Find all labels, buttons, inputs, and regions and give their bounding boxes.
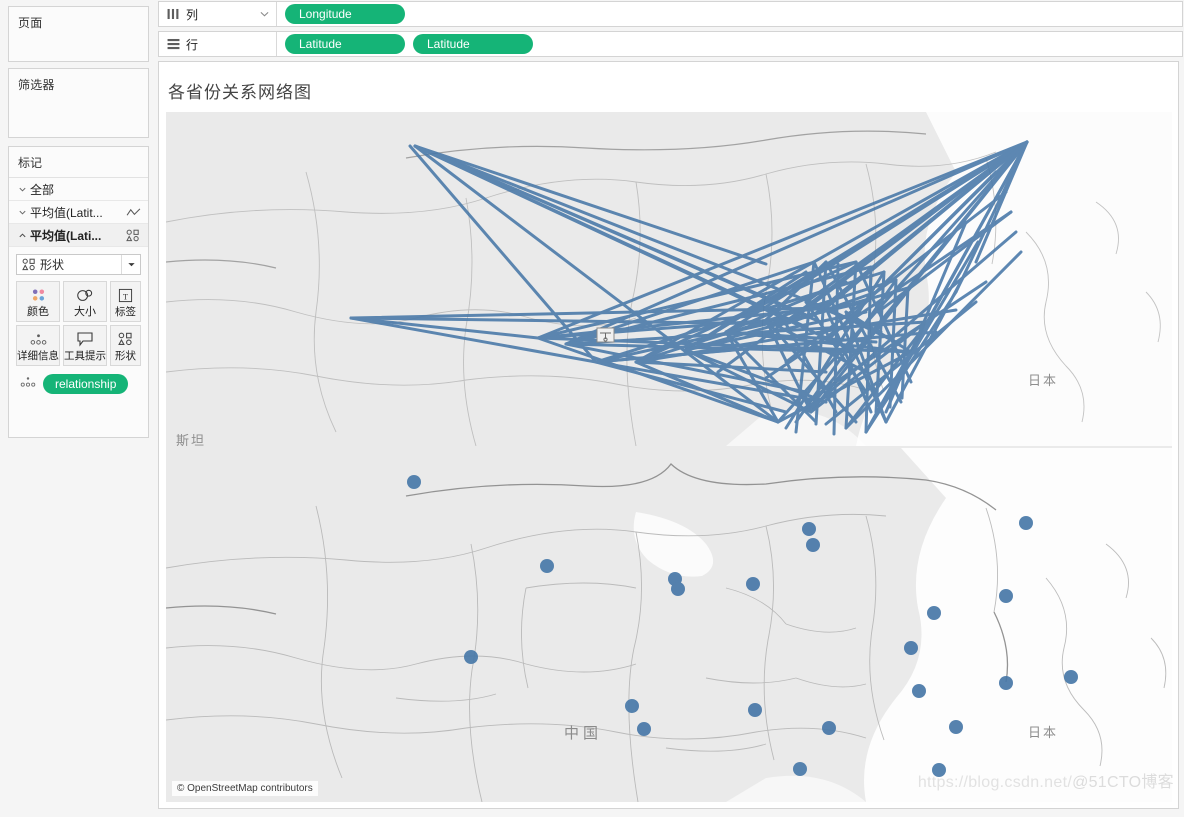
marks-row-all[interactable]: 全部	[9, 178, 148, 201]
chevron-down-icon[interactable]	[16, 185, 28, 194]
rows-shelf[interactable]: 行 Latitude Latitude	[158, 31, 1183, 57]
shape-icon	[118, 330, 133, 349]
page-title: 各省份关系网络图	[168, 83, 312, 102]
size-button[interactable]: 大小	[63, 281, 107, 322]
map-pane-network[interactable]: 斯坦 日本	[166, 112, 1172, 446]
columns-shelf-text: 列	[186, 7, 199, 22]
rows-shelf-label: 行	[159, 32, 277, 56]
detail-button-label: 详细信息	[17, 349, 59, 362]
label-button-label: 标签	[115, 305, 136, 318]
map-label-stan-top: 斯坦	[176, 433, 207, 446]
map-pane-points[interactable]: 中国 斯坦 日本 © OpenStreetMap contributors	[166, 448, 1172, 802]
svg-text:T: T	[123, 291, 128, 301]
filters-card-title: 筛选器	[18, 78, 55, 92]
map-label-japan-top: 日本	[1028, 373, 1059, 388]
detail-icon	[19, 375, 37, 394]
rows-shelf-pills: Latitude Latitude	[277, 34, 533, 54]
left-panel: 页面 筛选器 标记 全部 平均值(Latit... 平均值(Lati... 形状…	[0, 0, 156, 817]
tooltip-button-label: 工具提示	[64, 349, 106, 362]
mark-type-select-value: 形状	[40, 258, 65, 272]
mark-type-select[interactable]: 形状	[16, 254, 141, 275]
marks-card-title: 标记	[9, 147, 148, 178]
detail-pill-row: relationship	[19, 374, 148, 394]
color-button-label: 颜色	[27, 305, 49, 318]
columns-shelf-label: 列	[159, 2, 277, 26]
openstreetmap-attribution[interactable]: © OpenStreetMap contributors	[172, 781, 318, 796]
watermark-url: https://blog.csdn.net/	[917, 774, 1073, 791]
pages-card-title: 页面	[18, 16, 43, 30]
map-label-china: 中国	[564, 725, 603, 742]
columns-icon	[167, 8, 180, 20]
pill-latitude-1[interactable]: Latitude	[285, 34, 405, 54]
rows-icon	[167, 38, 180, 50]
shape-mark-icon	[124, 229, 142, 242]
marks-row-avg-latitude-2[interactable]: 平均值(Lati...	[9, 224, 148, 247]
chevron-down-icon[interactable]	[121, 255, 140, 274]
tooltip-icon	[76, 330, 94, 349]
pill-longitude[interactable]: Longitude	[285, 4, 405, 24]
marks-row-avg-latitude-1[interactable]: 平均值(Latit...	[9, 201, 148, 224]
rows-shelf-text: 行	[186, 37, 199, 52]
marks-card: 标记 全部 平均值(Latit... 平均值(Lati... 形状 颜色 大小 …	[8, 146, 149, 438]
pill-latitude-2[interactable]: Latitude	[413, 34, 533, 54]
line-mark-icon	[124, 207, 142, 218]
map-label-japan-bottom: 日本	[1028, 725, 1059, 740]
filters-card[interactable]: 筛选器	[8, 68, 149, 138]
shape-button[interactable]: 形状	[110, 325, 141, 366]
chevron-up-icon[interactable]	[16, 231, 28, 240]
worksheet-view: 各省份关系网络图 斯坦 日本 中国 日本 © OpenStreetMap con…	[158, 61, 1179, 809]
shape-mark-icon	[22, 258, 36, 271]
size-icon	[76, 286, 95, 305]
watermark: https://blog.csdn.net/@51CTO博客	[918, 768, 1174, 792]
tableau-worksheet: 页面 筛选器 标记 全部 平均值(Latit... 平均值(Lati... 形状…	[0, 0, 1184, 817]
label-button[interactable]: T 标签	[110, 281, 141, 322]
watermark-handle: @51CTO博客	[1072, 774, 1174, 791]
color-icon	[30, 286, 47, 305]
pill-relationship[interactable]: relationship	[43, 374, 129, 394]
color-button[interactable]: 颜色	[16, 281, 60, 322]
map-network-svg	[166, 112, 1172, 446]
label-icon: T	[118, 286, 133, 305]
columns-shelf[interactable]: 列 Longitude	[158, 1, 1183, 27]
map-marker-icon	[596, 327, 615, 343]
columns-shelf-pills: Longitude	[277, 4, 405, 24]
marks-row-avg-latitude-1-label: 平均值(Latit...	[30, 205, 103, 220]
shape-button-label: 形状	[115, 349, 136, 362]
map-container[interactable]: 斯坦 日本 中国 日本 © OpenStreetMap contributors	[166, 112, 1172, 802]
map-points-svg	[166, 448, 1172, 802]
tooltip-button[interactable]: 工具提示	[63, 325, 107, 366]
size-button-label: 大小	[74, 305, 96, 318]
chevron-down-icon[interactable]	[16, 208, 28, 217]
pages-card[interactable]: 页面	[8, 6, 149, 62]
marks-row-all-label: 全部	[30, 182, 55, 197]
mark-buttons-grid: 颜色 大小 T 标签 详细信息 工具提示 形状	[16, 281, 141, 366]
detail-icon	[29, 330, 48, 349]
marks-row-avg-latitude-2-label: 平均值(Lati...	[30, 228, 102, 243]
chevron-down-icon[interactable]	[260, 10, 269, 19]
detail-button[interactable]: 详细信息	[16, 325, 60, 366]
